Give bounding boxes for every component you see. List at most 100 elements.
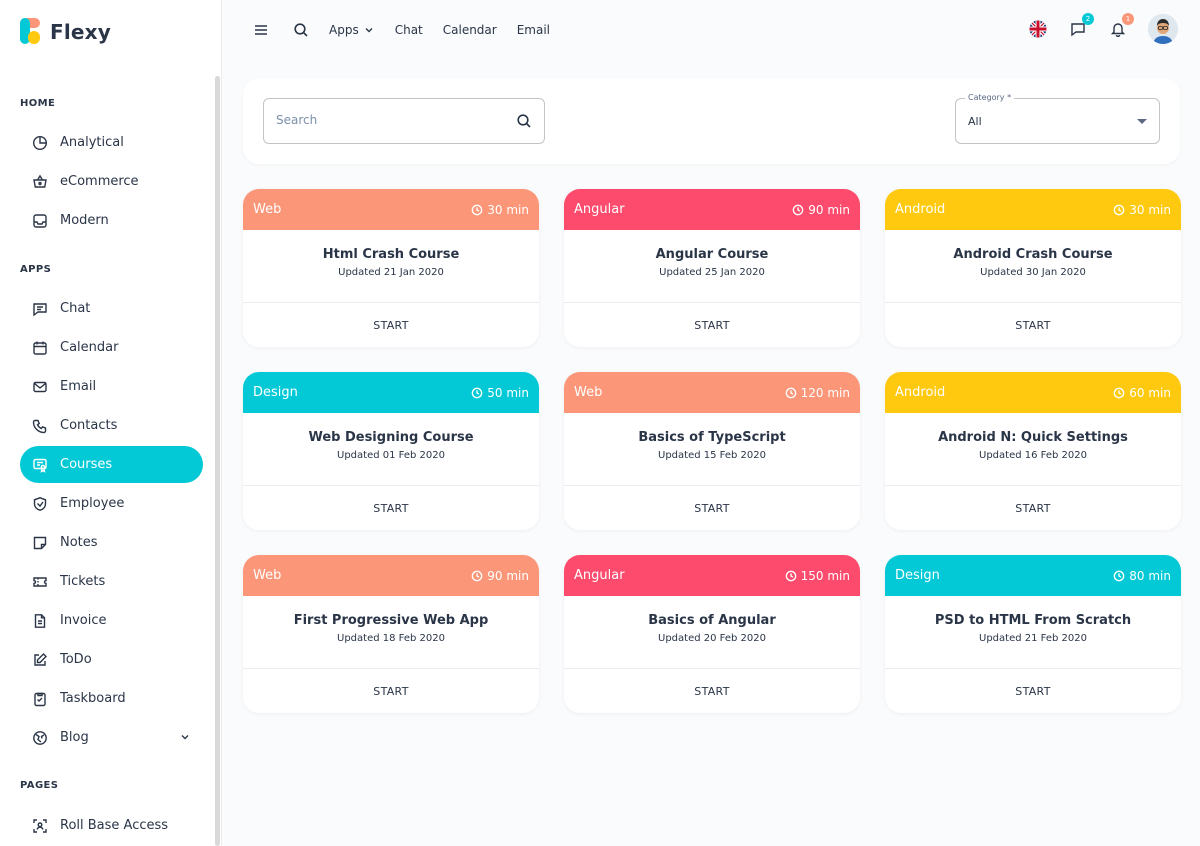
course-duration: 50 min: [471, 386, 529, 400]
sidebar-item-ecommerce[interactable]: eCommerce: [20, 163, 203, 200]
start-course-button[interactable]: START: [564, 669, 860, 713]
chevron-down-icon: [365, 28, 373, 33]
course-title: Html Crash Course: [322, 247, 460, 262]
start-course-button[interactable]: START: [885, 486, 1181, 530]
nav-section-apps: APPS: [20, 264, 52, 275]
course-card: Web 90 min First Progressive Web App Update…: [243, 555, 539, 713]
course-duration-label: 30 min: [1129, 202, 1171, 217]
start-course-button[interactable]: START: [564, 303, 860, 347]
sidebar-item-roll-base-access[interactable]: Roll Base Access: [20, 807, 203, 844]
course-duration-label: 90 min: [808, 202, 850, 217]
course-card-body: Html Crash Course Updated 21 Jan 2020: [243, 230, 539, 303]
course-card: Android 60 min Android N: Quick Settings Up…: [885, 372, 1181, 530]
start-course-button[interactable]: START: [243, 669, 539, 713]
search-input[interactable]: [276, 113, 496, 127]
course-card-header: Design 80 min: [885, 555, 1181, 596]
note-icon: [33, 536, 47, 549]
sidebar-item-notes[interactable]: Notes: [20, 524, 203, 561]
sidebar-item-blog[interactable]: Blog: [20, 719, 203, 756]
course-category: Web: [253, 568, 282, 583]
course-category: Angular: [574, 202, 625, 217]
start-course-button[interactable]: START: [885, 669, 1181, 713]
header-link-chat[interactable]: Chat: [395, 23, 423, 37]
basket-icon: [33, 174, 47, 188]
course-updated-date: Updated 01 Feb 2020: [337, 450, 445, 461]
sidebar-scrollbar[interactable]: [215, 76, 220, 846]
sidebar-item-todo[interactable]: ToDo: [20, 641, 203, 678]
sidebar-item-email[interactable]: Email: [20, 368, 203, 405]
user-avatar[interactable]: [1148, 14, 1178, 44]
sidebar-item-courses[interactable]: Courses: [20, 446, 203, 483]
course-duration: 30 min: [1113, 203, 1171, 217]
sidebar-item-taskboard[interactable]: Taskboard: [20, 680, 203, 717]
course-card-body: Android Crash Course Updated 30 Jan 2020: [885, 230, 1181, 303]
sidebar-item-chat[interactable]: Chat: [20, 290, 203, 327]
course-duration-label: 60 min: [1129, 385, 1171, 400]
sidebar-item-employee[interactable]: Employee: [20, 485, 203, 522]
header-link-apps[interactable]: Apps: [329, 23, 375, 37]
course-card-body: Android N: Quick Settings Updated 16 Feb …: [885, 413, 1181, 486]
course-duration-label: 150 min: [800, 568, 850, 583]
app-logo[interactable]: Flexy: [20, 18, 111, 46]
course-title: Android Crash Course: [953, 247, 1113, 262]
course-duration: 120 min: [785, 386, 850, 400]
search-icon[interactable]: [516, 113, 532, 129]
course-duration: 60 min: [1113, 386, 1171, 400]
category-label: Category *: [965, 93, 1015, 102]
course-title: Basics of Angular: [648, 613, 776, 628]
course-card-body: Angular Course Updated 25 Jan 2020: [564, 230, 860, 303]
course-card-header: Web 90 min: [243, 555, 539, 596]
start-course-button[interactable]: START: [243, 486, 539, 530]
sidebar-item-calendar[interactable]: Calendar: [20, 329, 203, 366]
sidebar-item-label: Contacts: [60, 418, 118, 433]
sidebar-item-modern[interactable]: Modern: [20, 202, 203, 239]
header-link-email[interactable]: Email: [517, 23, 550, 37]
course-duration-label: 80 min: [1129, 568, 1171, 583]
sidebar-item-label: Employee: [60, 496, 125, 511]
course-category: Android: [895, 385, 946, 400]
course-updated-date: Updated 16 Feb 2020: [979, 450, 1087, 461]
course-duration: 80 min: [1113, 569, 1171, 583]
messages-button[interactable]: 2: [1068, 13, 1094, 39]
sidebar-item-label: Analytical: [60, 135, 124, 150]
course-category: Web: [253, 202, 282, 217]
language-button[interactable]: [1028, 19, 1048, 39]
course-card: Android 30 min Android Crash Course Updated…: [885, 189, 1181, 347]
notifications-button[interactable]: 1: [1108, 13, 1134, 39]
course-card-body: Basics of Angular Updated 20 Feb 2020: [564, 596, 860, 669]
course-updated-date: Updated 15 Feb 2020: [658, 450, 766, 461]
menu-toggle-button[interactable]: [249, 18, 273, 42]
start-course-button[interactable]: START: [243, 303, 539, 347]
messages-badge: 2: [1082, 13, 1094, 25]
course-card: Angular 90 min Angular Course Updated 25 Ja…: [564, 189, 860, 347]
course-duration-label: 90 min: [487, 568, 529, 583]
sidebar-item-tickets[interactable]: Tickets: [20, 563, 203, 600]
sidebar-item-contacts[interactable]: Contacts: [20, 407, 203, 444]
course-updated-date: Updated 30 Jan 2020: [980, 267, 1086, 278]
category-select[interactable]: Category * All: [955, 93, 1160, 144]
clock-icon: [785, 387, 796, 398]
start-course-button[interactable]: START: [564, 486, 860, 530]
course-card: Web 120 min Basics of TypeScript Updated 15…: [564, 372, 860, 530]
course-updated-date: Updated 20 Feb 2020: [658, 633, 766, 644]
header-search-button[interactable]: [289, 18, 313, 42]
message-icon: [33, 302, 47, 316]
clock-icon: [1113, 204, 1125, 215]
course-duration-label: 30 min: [487, 202, 529, 217]
start-course-button[interactable]: START: [885, 303, 1181, 347]
sidebar-item-invoice[interactable]: Invoice: [20, 602, 203, 639]
sidebar-item-analytical[interactable]: Analytical: [20, 124, 203, 161]
header-link-calendar[interactable]: Calendar: [443, 23, 497, 37]
course-category: Design: [895, 568, 940, 583]
nav-section-home: HOME: [20, 98, 56, 109]
mail-icon: [33, 381, 47, 392]
course-title: PSD to HTML From Scratch: [934, 613, 1132, 628]
course-updated-date: Updated 21 Feb 2020: [979, 633, 1087, 644]
course-card-body: First Progressive Web App Updated 18 Feb …: [243, 596, 539, 669]
course-card: Design 80 min PSD to HTML From Scratch Upda…: [885, 555, 1181, 713]
clock-icon: [471, 204, 483, 215]
search-field[interactable]: [263, 98, 545, 144]
clock-icon: [785, 570, 796, 581]
sidebar-item-label: Blog: [60, 730, 89, 745]
course-filter-card: Category * All: [243, 78, 1180, 164]
